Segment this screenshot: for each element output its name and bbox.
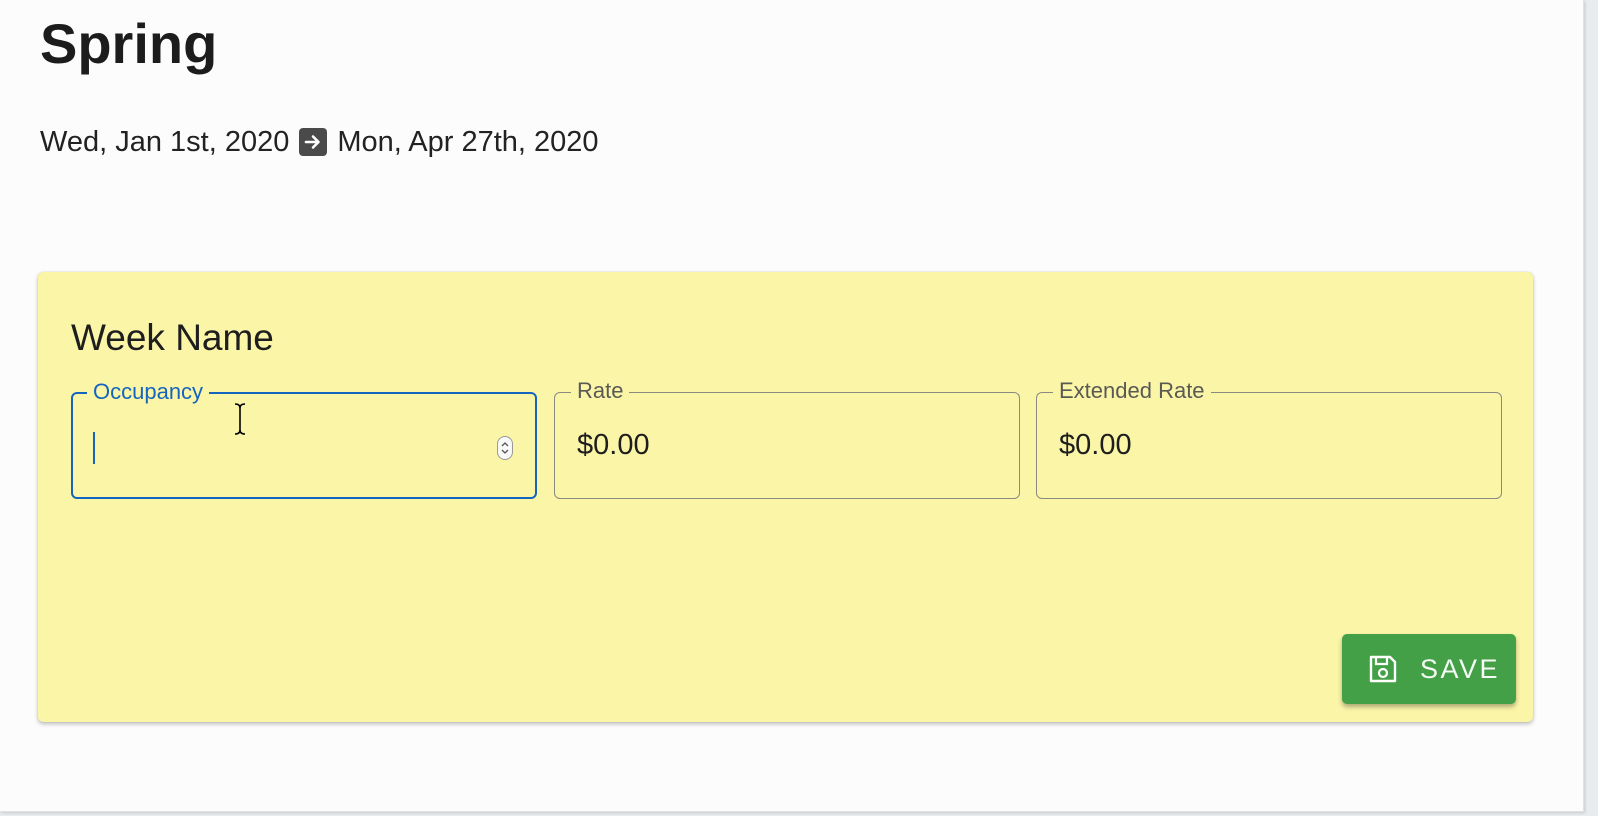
page-title: Spring [40,12,218,75]
occupancy-label: Occupancy [87,378,210,406]
number-spinner-icon[interactable] [497,436,513,460]
rate-label: Rate [571,377,630,405]
save-icon [1366,652,1400,686]
text-caret [93,432,95,464]
extended-rate-label: Extended Rate [1053,377,1211,405]
end-date: Mon, Apr 27th, 2020 [337,126,599,158]
rate-field[interactable]: Rate $0.00 [554,377,1020,499]
save-button[interactable]: SAVE [1342,634,1516,704]
extended-rate-value: $0.00 [1059,429,1132,461]
page: Spring Wed, Jan 1st, 2020 Mon, Apr 27th,… [0,0,1584,812]
save-label: SAVE [1420,653,1501,684]
week-card: Week Name Occupancy Rate $0.00 Extended … [38,272,1533,722]
rate-value: $0.00 [577,429,650,461]
week-name-title: Week Name [71,317,274,358]
text-cursor-icon [233,402,247,441]
occupancy-field[interactable]: Occupancy [71,378,537,499]
arrow-right-icon [299,128,328,156]
extended-rate-field[interactable]: Extended Rate $0.00 [1036,377,1502,499]
date-range: Wed, Jan 1st, 2020 Mon, Apr 27th, 2020 [40,124,599,160]
start-date: Wed, Jan 1st, 2020 [40,126,290,158]
